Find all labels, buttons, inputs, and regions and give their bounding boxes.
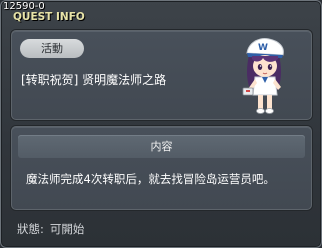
quest-description: 魔法师完成4次转职后，就去找冒险岛运营员吧。	[26, 172, 275, 186]
quest-info-window: 12590-0 QUEST INFO 活動 [转职祝贺] 贤明魔法师之路 W 内…	[0, 0, 322, 248]
quest-status: 狀態: 可開始	[17, 221, 90, 237]
female-mage-npc-icon: W	[242, 38, 284, 114]
svg-text:W: W	[258, 43, 268, 53]
window-title: QUEST INFO	[13, 11, 85, 23]
quest-summary-panel: 活動 [转职祝贺] 贤明魔法师之路 W	[11, 30, 312, 120]
status-label: 狀態:	[17, 222, 44, 236]
content-header: 内容	[18, 135, 305, 158]
quest-content-panel: 内容 魔法师完成4次转职后，就去找冒险岛运营员吧。	[11, 126, 312, 210]
status-value: 可開始	[49, 222, 85, 236]
quest-type-badge: 活動	[20, 39, 84, 58]
quest-name: [转职祝贺] 贤明魔法师之路	[21, 73, 167, 87]
